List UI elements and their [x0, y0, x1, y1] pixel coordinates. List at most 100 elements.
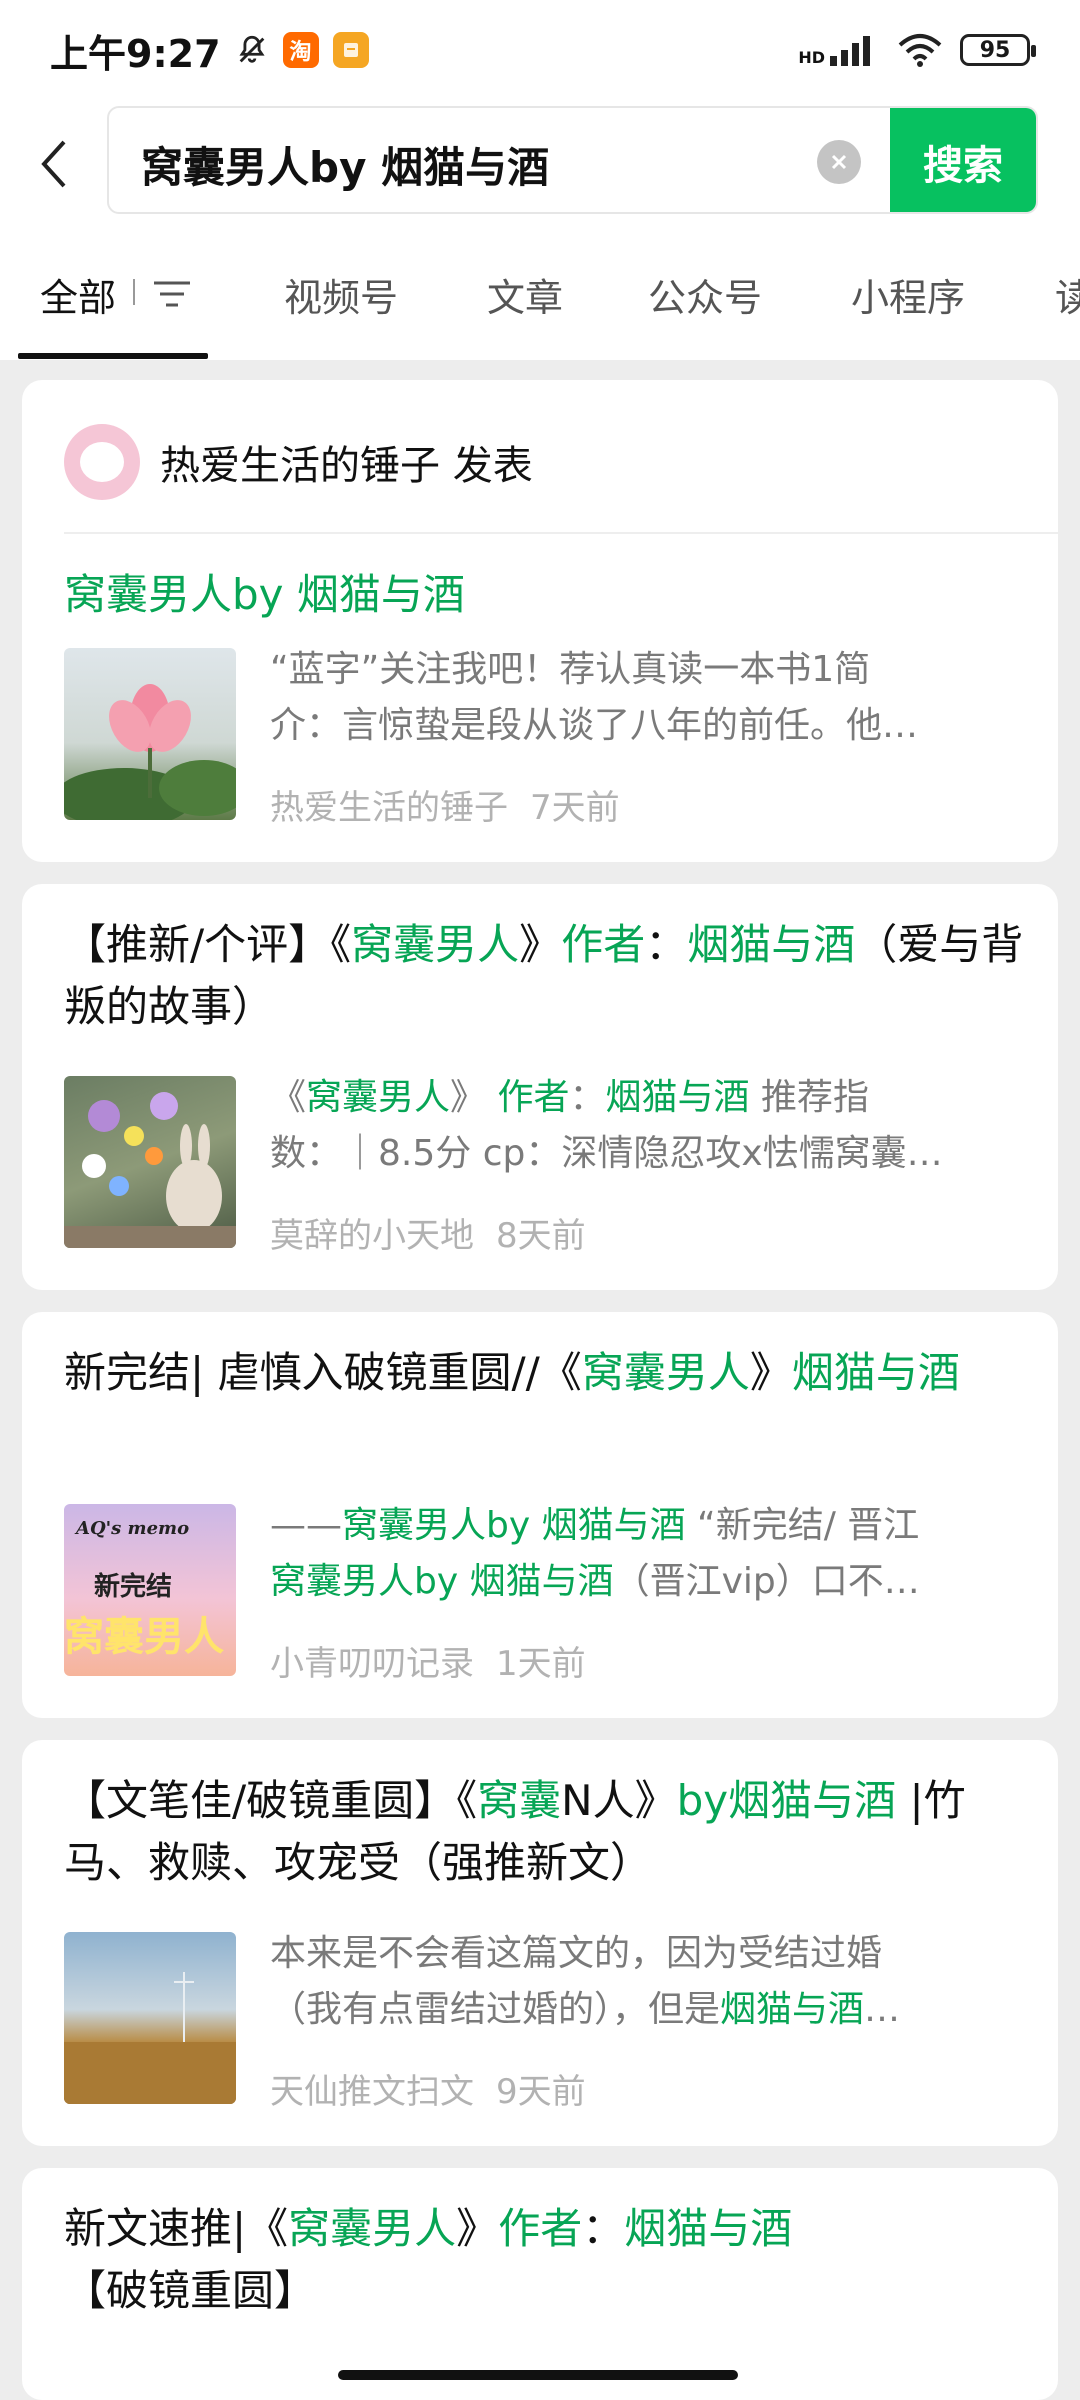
text-segment: 推荐指	[749, 1077, 869, 1118]
highlight-text: 烟猫与酒	[791, 1348, 960, 1397]
lotus-image	[64, 684, 236, 820]
text-segment: 《	[270, 1077, 307, 1118]
search-query-text[interactable]: 窝囊男人by 烟猫与酒	[141, 134, 549, 195]
text-segment: 【文笔佳/破镜重圆】《	[64, 1776, 478, 1825]
result-thumbnail[interactable]	[64, 1932, 236, 2104]
thumb-caption-mid: 新完结	[94, 1572, 173, 1602]
clear-icon	[831, 154, 847, 170]
avatar[interactable]	[64, 424, 140, 500]
tab-channels[interactable]: 视频号	[284, 267, 398, 322]
clear-button[interactable]	[817, 140, 861, 184]
result-meta: 热爱生活的锤子 7天前	[270, 780, 620, 829]
tab-active-indicator	[18, 353, 208, 359]
result-card[interactable]: 热爱生活的锤子 发表 窝囊男人by 烟猫与酒 “蓝字”关注我吧！荐认真读一本书1…	[22, 380, 1058, 862]
text-segment: 》	[456, 2204, 499, 2253]
result-card[interactable]: 新完结| 虐慎入破镜重圆//《窝囊男人》烟猫与酒 AQ's memo 新完结 窝…	[22, 1312, 1058, 1718]
post-time: 8天前	[496, 1216, 586, 1256]
tab-official-accounts[interactable]: 公众号	[648, 267, 762, 322]
highlight-text: 窝囊男人by 烟猫与酒	[270, 1561, 614, 1602]
result-card[interactable]: 【文笔佳/破镜重圆】《窝囊N人》by烟猫与酒 |竹马、救赎、攻宠受（强推新文） …	[22, 1740, 1058, 2146]
filter-tabs: 全部 视频号 文章 公众号 小程序 读	[0, 235, 1080, 360]
result-meta: 小青叨叨记录 1天前	[270, 1636, 586, 1685]
taobao-app-icon: 淘	[282, 32, 319, 68]
home-indicator[interactable]	[338, 2370, 738, 2380]
highlight-text: 烟猫与酒	[624, 2204, 793, 2253]
search-button[interactable]: 搜索	[890, 108, 1036, 212]
source-name: 天仙推文扫文	[270, 2072, 474, 2112]
search-input[interactable]: 窝囊男人by 烟猫与酒 搜索	[107, 106, 1038, 214]
text-segment: 新完结| 虐慎入破镜重圆//《	[64, 1348, 582, 1397]
flowers-bunny-image	[64, 1092, 236, 1248]
text-segment: 介：言惊蛰是段从谈了八年的前任。他…	[270, 705, 919, 746]
source-name: 热爱生活的锤子	[270, 788, 508, 828]
result-title[interactable]: 新完结| 虐慎入破镜重圆//《窝囊男人》烟猫与酒	[64, 1342, 1024, 1404]
text-segment: 》	[450, 1077, 498, 1118]
text-segment: 本来是不会看这篇文的，因为受结过婚	[270, 1933, 883, 1974]
back-button[interactable]	[30, 132, 78, 196]
highlight-text: by烟猫与酒	[676, 1776, 897, 1825]
status-time: 上午9:27	[50, 31, 221, 76]
result-title[interactable]: 【推新/个评】《窝囊男人》作者：烟猫与酒（爱与背叛的故事）	[64, 914, 1024, 1038]
text-segment: “新完结/ 晋江	[685, 1505, 920, 1546]
result-thumbnail[interactable]	[64, 1076, 236, 1248]
wheat-field-image	[64, 1972, 236, 2104]
result-thumbnail[interactable]: AQ's memo 新完结 窝囊男人	[64, 1504, 236, 1676]
text-segment: 【推新/个评】《	[64, 920, 352, 969]
text-segment: N人》	[561, 1776, 677, 1825]
text-segment: 【破镜重圆】	[64, 2266, 317, 2315]
highlight-text: 烟猫与酒	[720, 1989, 865, 2030]
thumb-caption-top: AQ's memo	[76, 1518, 190, 1539]
result-title[interactable]: 新文速推|《窝囊男人》作者：烟猫与酒【破镜重圆】	[64, 2198, 1024, 2322]
text-segment: （晋江vip）口不…	[613, 1561, 920, 1602]
tab-read[interactable]: 读	[1055, 267, 1080, 322]
bell-muted-icon	[238, 35, 265, 63]
result-meta: 莫辞的小天地 8天前	[270, 1208, 586, 1257]
battery-icon: 95	[960, 34, 1036, 66]
text-segment: …	[864, 1989, 901, 2030]
author-header: 热爱生活的锤子 发表	[160, 443, 533, 489]
search-header: 窝囊男人by 烟猫与酒 搜索	[0, 100, 1080, 235]
notes-app-icon	[332, 32, 369, 68]
result-card[interactable]: 新文速推|《窝囊男人》作者：烟猫与酒【破镜重圆】	[22, 2168, 1058, 2400]
filter-icon[interactable]	[152, 277, 192, 311]
result-thumbnail[interactable]	[64, 648, 236, 820]
highlight-text: 作者	[497, 1077, 570, 1118]
highlight-text: 烟猫与酒	[687, 920, 856, 969]
highlight-text: 作者	[561, 920, 646, 969]
text-segment: 》	[519, 920, 562, 969]
chevron-left-icon	[41, 140, 66, 188]
text-segment: ：	[645, 920, 688, 969]
highlight-text: 窝囊男人by 烟猫与酒	[342, 1505, 686, 1546]
result-title[interactable]: 窝囊男人by 烟猫与酒	[64, 564, 1024, 626]
highlight-text: 窝囊男人	[581, 1348, 750, 1397]
text-segment: 新文速推|《	[64, 2204, 289, 2253]
signal-icon: HD	[798, 34, 880, 66]
post-time: 1天前	[496, 1644, 586, 1684]
text-segment: ：	[582, 2204, 625, 2253]
result-card[interactable]: 【推新/个评】《窝囊男人》作者：烟猫与酒（爱与背叛的故事） 《窝囊男人》 作者：…	[22, 884, 1058, 1290]
text-segment: 》	[749, 1348, 792, 1397]
highlight-text: 窝囊男人	[351, 920, 520, 969]
text-segment: ——	[270, 1505, 342, 1546]
wifi-icon	[898, 34, 942, 67]
status-bar: 上午9:27 淘 HD 95	[0, 0, 1080, 100]
result-title[interactable]: 【文笔佳/破镜重圆】《窝囊N人》by烟猫与酒 |竹马、救赎、攻宠受（强推新文）	[64, 1770, 1024, 1894]
tab-articles[interactable]: 文章	[487, 267, 563, 322]
tab-mini-programs[interactable]: 小程序	[851, 267, 965, 322]
highlight-text: 窝囊男人by 烟猫与酒	[64, 570, 465, 619]
author-row[interactable]: 热爱生活的锤子 发表	[64, 424, 533, 500]
highlight-text: 作者	[498, 2204, 583, 2253]
post-time: 7天前	[530, 788, 620, 828]
text-segment: （我有点雷结过婚的），但是	[270, 1989, 721, 2030]
highlight-text: 窝囊	[477, 1776, 562, 1825]
text-segment: 数：｜8.5分 cp：深情隐忍攻x怯懦窝囊…	[270, 1133, 943, 1174]
source-name: 莫辞的小天地	[270, 1216, 474, 1256]
tab-all[interactable]: 全部	[40, 267, 116, 322]
highlight-text: 烟猫与酒	[605, 1077, 750, 1118]
tab-divider	[133, 279, 135, 305]
highlight-text: 窝囊男人	[306, 1077, 451, 1118]
source-name: 小青叨叨记录	[270, 1644, 474, 1684]
divider	[64, 532, 1058, 534]
highlight-text: 窝囊男人	[288, 2204, 457, 2253]
post-time: 9天前	[496, 2072, 586, 2112]
